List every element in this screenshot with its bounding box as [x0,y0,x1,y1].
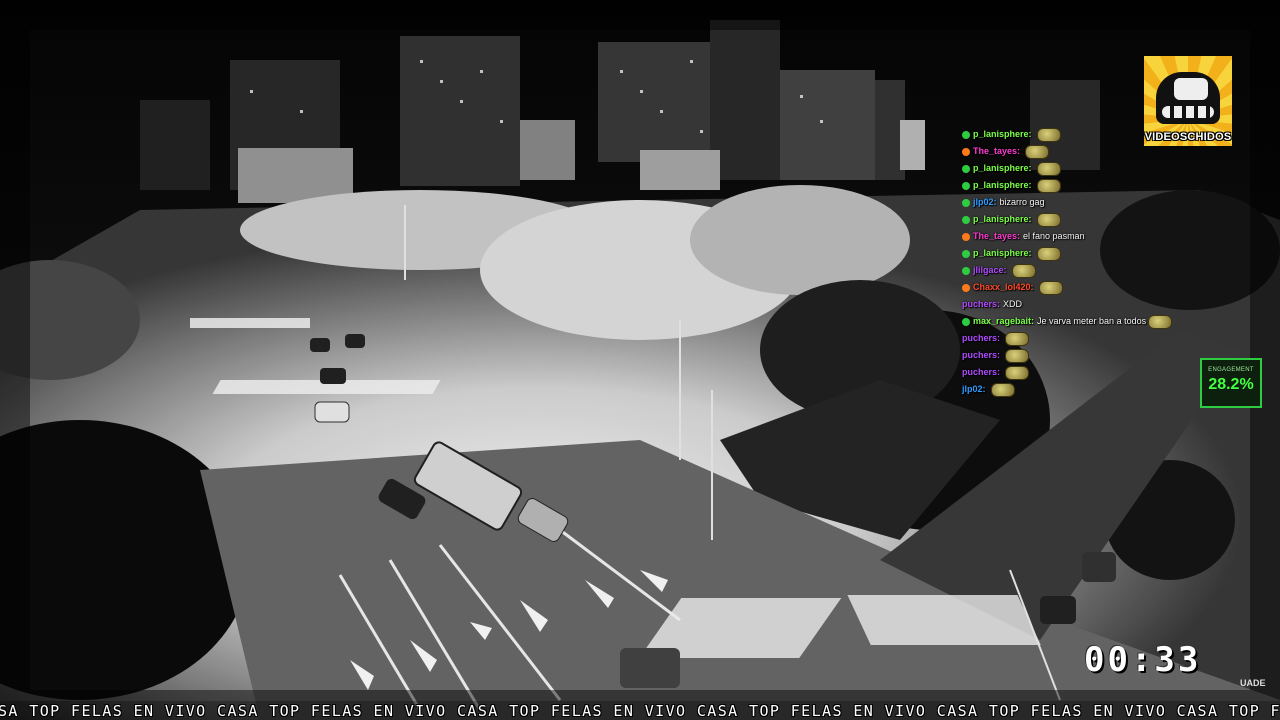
chat-username: puchers: [962,333,1001,343]
chat-message: The_tayes: el fano pasman [962,228,1172,245]
chat-username: Chaxx_lol420: [973,282,1034,292]
chat-message: jlilgace: [962,262,1172,279]
user-badge-icon [962,266,970,275]
chat-emote-icon [1148,314,1172,329]
chat-message: p_lanisphere: [962,177,1172,194]
chat-username: puchers: [962,350,1001,360]
chat-username: jlp02: [973,197,997,207]
chat-message: p_lanisphere: [962,160,1172,177]
chat-emote-icon [1005,365,1030,380]
chat-username: p_lanisphere: [973,248,1032,258]
camera-watermark: UADE [1240,678,1266,688]
user-badge-icon [962,147,970,156]
chat-message: max_ragebait: Je varva meter ban a todos [962,313,1172,330]
user-badge-icon [962,283,970,292]
chat-emote-icon [1038,280,1063,295]
chat-message: jlp02: [962,381,1172,398]
chat-username: jlilgace: [973,265,1007,275]
chat-username: jlp02: [962,384,986,394]
timer: 00:33 [1084,640,1202,680]
user-badge-icon [962,130,970,139]
chat-username: puchers: [962,367,1001,377]
chat-emote-icon [1005,348,1030,363]
user-badge-icon [962,249,970,258]
chat-message: puchers: XDD [962,296,1172,313]
chat-message: Chaxx_lol420: [962,279,1172,296]
chat-emote-icon [1036,161,1061,176]
chat-message: p_lanisphere: [962,245,1172,262]
chat-username: p_lanisphere: [973,214,1032,224]
engagement-label: ENGAGEMENT [1208,367,1254,373]
chat-username: p_lanisphere: [973,163,1032,173]
user-badge-icon [962,198,970,207]
chat-message-text: el fano pasman [1023,231,1085,241]
ticker-bar: SA TOP FELAS EN VIVO CASA TOP FELAS EN V… [0,701,1280,720]
chat-message: puchers: [962,330,1172,347]
chat-message: The_tayes: [962,143,1172,160]
user-badge-icon [962,164,970,173]
chat-emote-icon [1025,144,1050,159]
chat-emote-icon [1036,212,1061,227]
chat-username: The_tayes: [973,231,1021,241]
chat-message-text: bizarro gag [999,197,1045,207]
truck-wheel-logo-icon [1156,72,1220,124]
chat-message-text: Je varva meter ban a todos [1037,316,1147,326]
chat-message: puchers: [962,347,1172,364]
chat-emote-icon [1036,178,1061,193]
user-badge-icon [962,215,970,224]
chat-overlay: p_lanisphere: The_tayes: p_lanisphere: p_la… [962,126,1172,402]
ticker-text: SA TOP FELAS EN VIVO CASA TOP FELAS EN V… [0,702,1280,720]
chat-emote-icon [1036,246,1061,261]
chat-emote-icon [1036,127,1061,142]
chat-message: p_lanisphere: [962,126,1172,143]
chat-message: p_lanisphere: [962,211,1172,228]
chat-username: p_lanisphere: [973,129,1032,139]
engagement-widget: ENGAGEMENT 28.2% [1200,358,1262,408]
chat-emote-icon [1005,331,1030,346]
user-badge-icon [962,317,970,326]
chat-username: p_lanisphere: [973,180,1032,190]
chat-username: puchers: [962,299,1001,309]
chat-emote-icon [990,382,1015,397]
user-badge-icon [962,232,970,241]
chat-username: The_tayes: [973,146,1021,156]
chat-username: max_ragebait: [973,316,1035,326]
engagement-value: 28.2% [1208,376,1254,393]
chat-emote-icon [1011,263,1036,278]
chat-message: puchers: [962,364,1172,381]
user-badge-icon [962,181,970,190]
chat-message: jlp02: bizarro gag [962,194,1172,211]
chat-message-text: XDD [1003,299,1023,309]
